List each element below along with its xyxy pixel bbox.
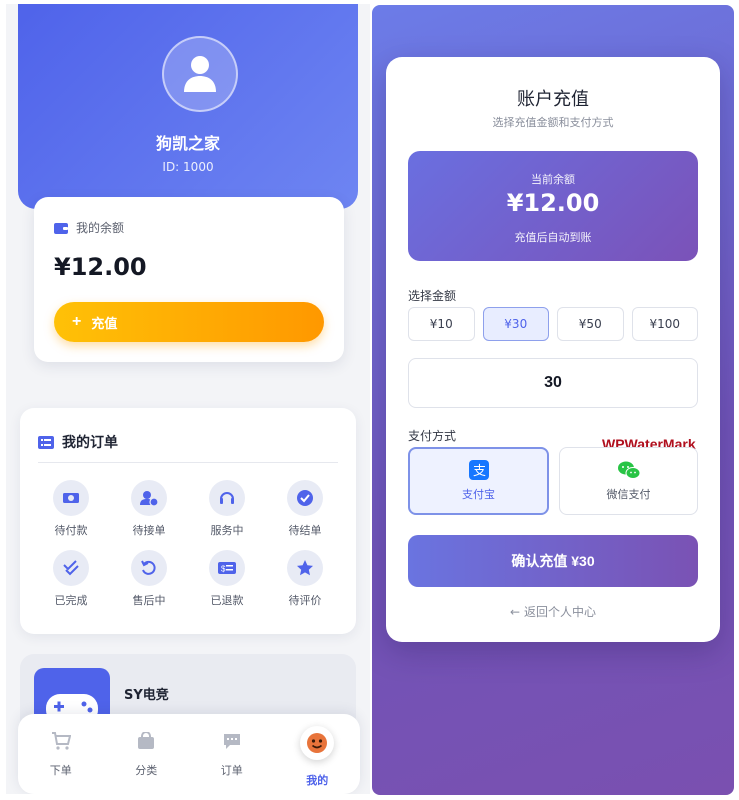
order-status-label: 待接单: [132, 524, 166, 537]
current-balance-amount: ¥12.00: [506, 189, 600, 217]
order-status-to-review[interactable]: 待评价: [266, 550, 344, 608]
wallet-icon: [54, 222, 68, 234]
payment-section-label: 支付方式: [408, 429, 457, 443]
nav-label: 下单: [49, 764, 72, 777]
profile-id: ID: 1000: [162, 160, 214, 174]
svg-text:$: $: [221, 565, 226, 574]
amount-options: ¥10 ¥30 ¥50 ¥100: [408, 307, 698, 341]
payment-methods: 支 支付宝 微信支付: [408, 447, 698, 515]
amount-option-100[interactable]: ¥100: [631, 307, 698, 341]
refund-icon: $: [209, 550, 245, 586]
amount-option-50[interactable]: ¥50: [557, 307, 624, 341]
profile-screen: 狗凯之家 ID: 1000 我的余额 ¥12.00 + 充值 我的订单 待付款 …: [6, 4, 370, 794]
order-status-after-sales[interactable]: 售后中: [110, 550, 188, 608]
promo-title: SY电竞: [124, 688, 169, 703]
star-icon: [287, 550, 323, 586]
order-status-label: 待付款: [54, 524, 88, 537]
alipay-icon: 支: [468, 460, 489, 480]
amount-section-label: 选择金额: [408, 289, 457, 303]
order-status-label: 已退款: [210, 594, 244, 607]
recharge-screen: 账户充值 选择充值金额和支付方式 当前余额 ¥12.00 充值后自动到账 选择金…: [372, 5, 734, 795]
svg-text:支: 支: [473, 464, 486, 479]
nav-label: 订单: [220, 764, 243, 777]
headset-icon: [209, 480, 245, 516]
bag-icon: [138, 732, 155, 749]
money-icon: [53, 480, 89, 516]
balance-amount: ¥12.00: [54, 253, 147, 281]
list-icon: [38, 435, 54, 449]
chat-icon: [223, 734, 240, 749]
order-status-label: 售后中: [132, 594, 166, 607]
orders-title: 我的订单: [62, 435, 118, 451]
double-check-icon: [53, 550, 89, 586]
bottom-nav: 下单 分类 订单 我的: [18, 714, 360, 794]
order-status-in-service[interactable]: 服务中: [188, 480, 266, 538]
order-status-pending-payment[interactable]: 待付款: [32, 480, 110, 538]
user-icon: [184, 56, 216, 92]
order-status-awaiting-accept[interactable]: 待接单: [110, 480, 188, 538]
custom-amount-input[interactable]: [408, 358, 698, 408]
recharge-button[interactable]: + 充值: [54, 302, 324, 342]
confirm-recharge-button[interactable]: 确认充值 ¥30: [408, 535, 698, 587]
emoji-avatar-icon: [300, 726, 335, 760]
order-status-label: 待结单: [288, 524, 322, 537]
order-status-label: 待评价: [288, 594, 322, 607]
amount-option-30[interactable]: ¥30: [482, 307, 549, 341]
undo-icon: [131, 550, 167, 586]
recharge-button-label: 充值: [91, 315, 118, 331]
nav-item-order[interactable]: 下单: [18, 714, 104, 794]
order-status-label: 服务中: [210, 524, 244, 537]
arrow-left-icon: ←: [510, 605, 521, 619]
back-to-profile-link[interactable]: ← 返回个人中心: [386, 603, 720, 620]
back-link-label: 返回个人中心: [523, 605, 596, 619]
check-circle-icon: [287, 480, 323, 516]
dialog-title: 账户充值: [517, 89, 589, 110]
nav-item-mine[interactable]: 我的: [275, 714, 361, 794]
current-balance-note: 充值后自动到账: [514, 231, 592, 244]
order-status-refunded[interactable]: $ 已退款: [188, 550, 266, 608]
plus-icon: +: [72, 313, 82, 330]
avatar[interactable]: [162, 36, 238, 112]
order-status-grid: 待付款 待接单 服务中 待结单 已完成 售后中 $ 已退款 待评价: [32, 480, 344, 608]
nav-label: 我的: [306, 774, 329, 787]
balance-header: 我的余额: [54, 219, 124, 236]
amount-option-10[interactable]: ¥10: [408, 307, 475, 341]
payment-method-alipay[interactable]: 支 支付宝: [408, 447, 549, 515]
balance-title: 我的余额: [76, 221, 125, 235]
payment-method-label: 支付宝: [462, 488, 495, 501]
my-orders-card: 我的订单 待付款 待接单 服务中 待结单 已完成 售后中 $ 已退款 待评价: [20, 408, 356, 634]
profile-header: 狗凯之家 ID: 1000: [18, 4, 358, 209]
profile-name: 狗凯之家: [155, 134, 220, 153]
current-balance-panel: 当前余额 ¥12.00 充值后自动到账: [408, 151, 698, 261]
current-balance-label: 当前余额: [531, 173, 575, 186]
user-clock-icon: [131, 480, 167, 516]
recharge-dialog: 账户充值 选择充值金额和支付方式 当前余额 ¥12.00 充值后自动到账 选择金…: [386, 57, 720, 642]
dialog-subtitle: 选择充值金额和支付方式: [492, 116, 614, 129]
nav-label: 分类: [135, 764, 158, 777]
orders-header: 我的订单: [38, 432, 118, 452]
nav-item-orders[interactable]: 订单: [189, 714, 275, 794]
cart-icon: [51, 732, 71, 750]
order-status-completed[interactable]: 已完成: [32, 550, 110, 608]
payment-method-label: 微信支付: [606, 488, 651, 501]
divider: [38, 462, 338, 463]
order-status-label: 已完成: [54, 594, 88, 607]
balance-card: 我的余额 ¥12.00 + 充值: [34, 197, 344, 362]
order-status-awaiting-settle[interactable]: 待结单: [266, 480, 344, 538]
payment-method-wechat[interactable]: 微信支付: [559, 447, 698, 515]
nav-item-category[interactable]: 分类: [104, 714, 190, 794]
wechat-icon: [617, 461, 640, 479]
